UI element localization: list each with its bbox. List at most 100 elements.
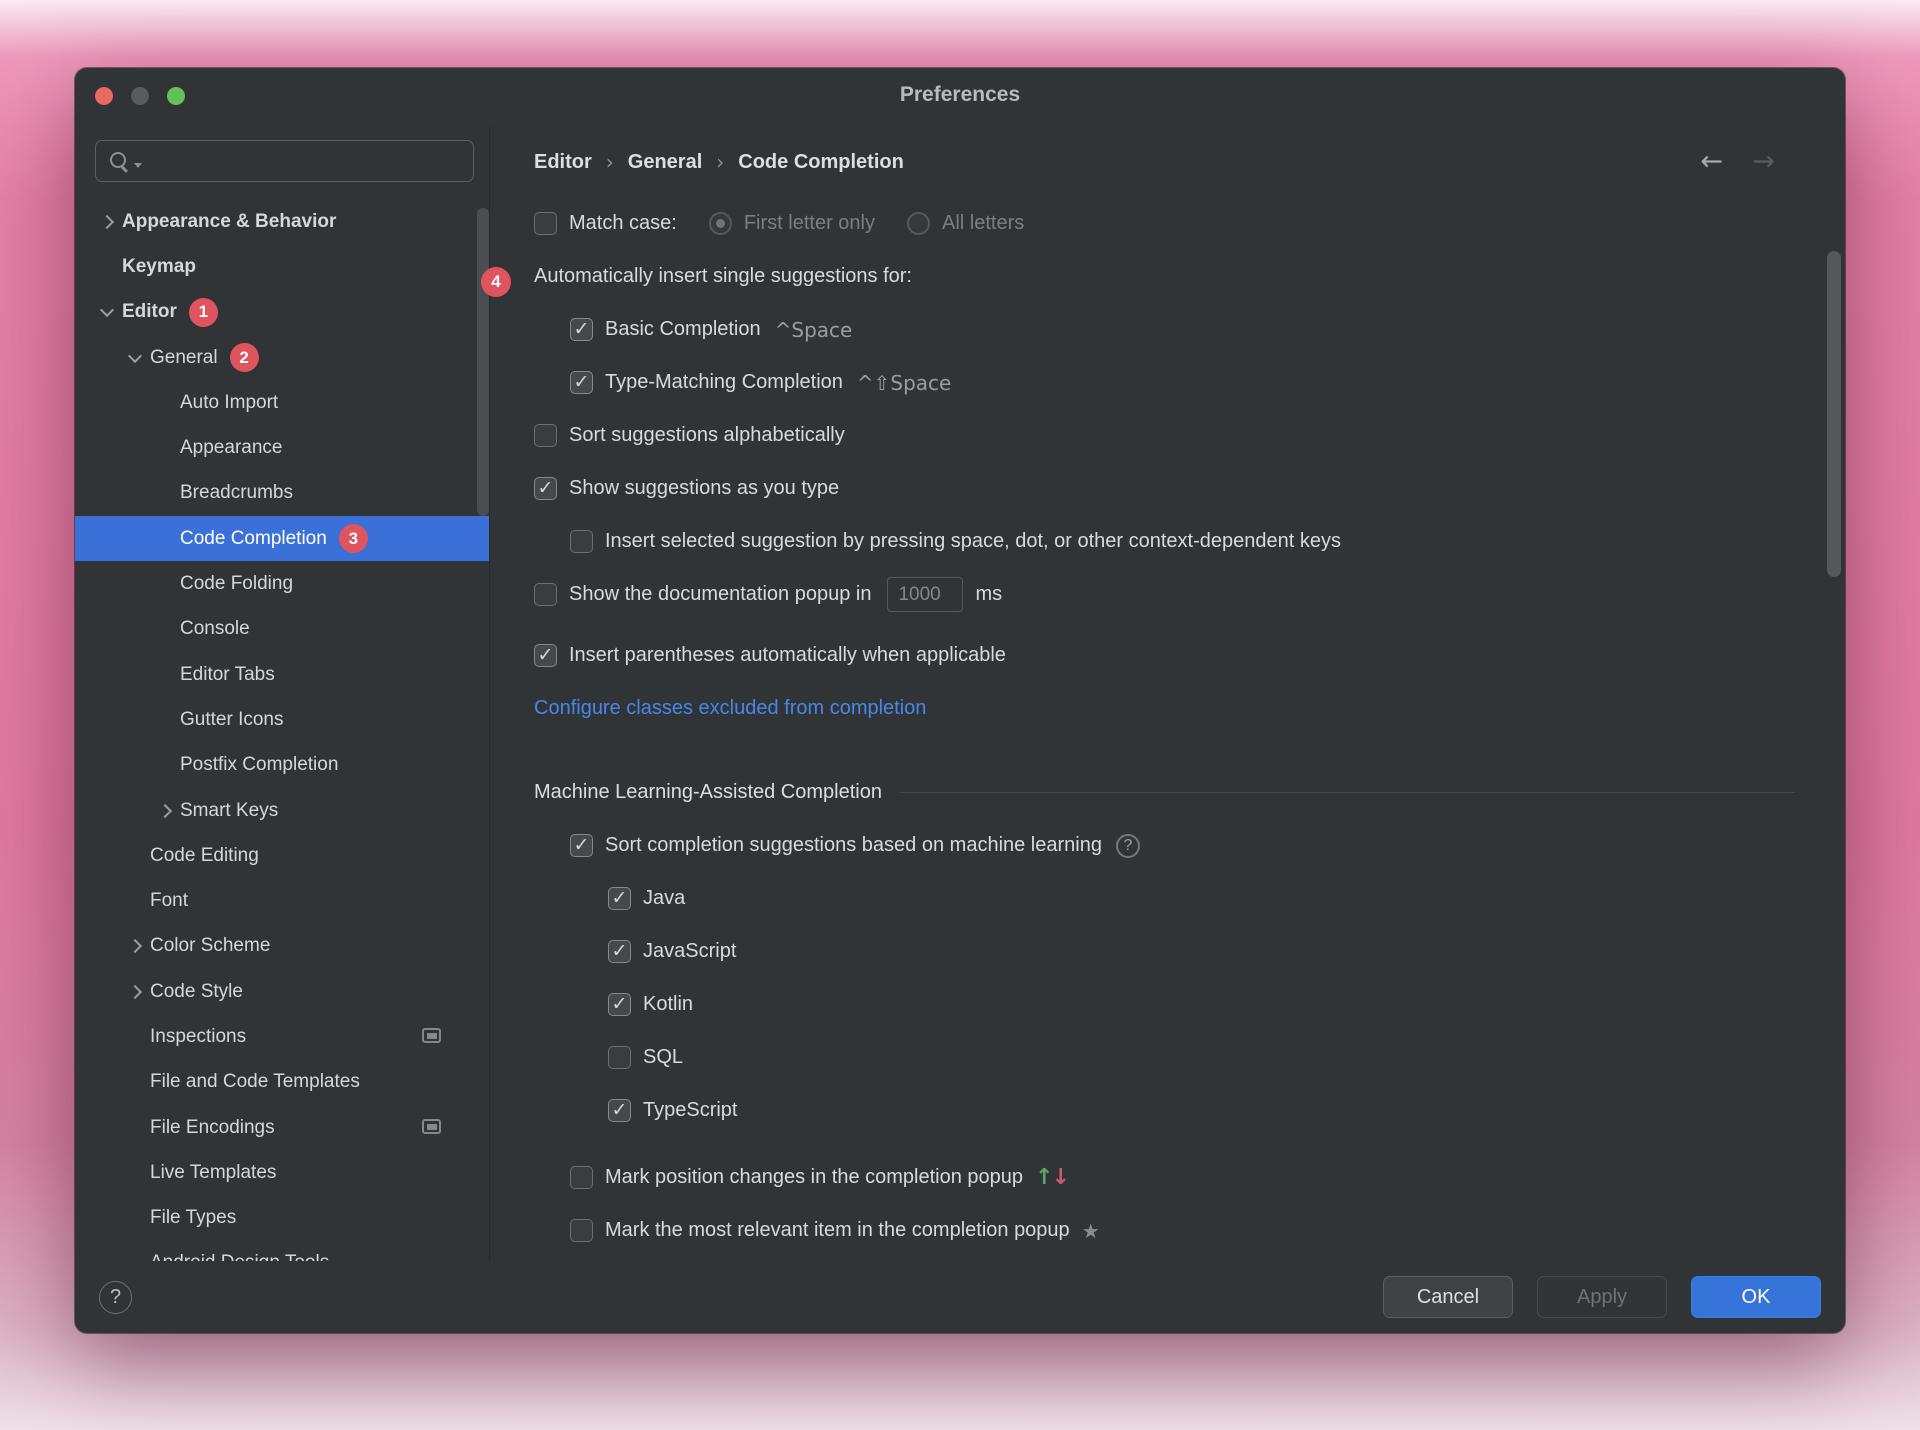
sidebar-scrollbar[interactable] [477, 208, 489, 516]
chevron-icon[interactable] [122, 1072, 150, 1092]
configure-excluded-link[interactable]: Configure classes excluded from completi… [534, 697, 926, 720]
chevron-icon[interactable] [94, 257, 122, 277]
help-button[interactable]: ? [99, 1281, 132, 1314]
sidebar-item[interactable]: Inspections [75, 1014, 489, 1059]
ml-sort-row: Sort completion suggestions based on mac… [534, 819, 1795, 872]
all-letters-radio[interactable] [907, 212, 930, 235]
first-letter-radio[interactable] [709, 212, 732, 235]
chevron-icon[interactable] [152, 438, 180, 458]
chevron-icon[interactable] [122, 891, 150, 911]
sidebar-item-label: File Encodings [150, 1117, 275, 1139]
chevron-icon[interactable] [94, 302, 122, 322]
sidebar-item[interactable]: Code Folding [75, 561, 489, 606]
doc-popup-unit: ms [975, 583, 1002, 606]
sidebar-item[interactable]: Font [75, 878, 489, 923]
star-icon: ★ [1082, 1219, 1100, 1243]
insert-selected-row: Insert selected suggestion by pressing s… [534, 515, 1795, 568]
screen-icon [422, 1119, 441, 1134]
breadcrumb-editor[interactable]: Editor [534, 151, 592, 174]
chevron-icon[interactable] [122, 1118, 150, 1138]
sidebar-item[interactable]: Android Design Tools [75, 1241, 489, 1261]
sidebar-item-label: Editor Tabs [180, 664, 275, 686]
sidebar-item-label: Console [180, 618, 250, 640]
sidebar-item[interactable]: Postfix Completion [75, 743, 489, 788]
sidebar-item[interactable]: Color Scheme [75, 924, 489, 969]
chevron-icon[interactable] [152, 574, 180, 594]
mark-position-label: Mark position changes in the completion … [605, 1166, 1023, 1189]
sidebar-item[interactable]: Code Style [75, 969, 489, 1014]
mark-position-checkbox[interactable] [570, 1166, 593, 1189]
sidebar-item[interactable]: Editor 1 [75, 290, 489, 335]
chevron-icon[interactable] [122, 1208, 150, 1228]
chevron-icon[interactable] [94, 212, 122, 232]
sidebar-item[interactable]: Code Completion 3 [75, 516, 489, 561]
chevron-icon[interactable] [122, 846, 150, 866]
chevron-icon[interactable] [122, 1027, 150, 1047]
chevron-icon[interactable] [152, 529, 180, 549]
chevron-icon[interactable] [122, 1163, 150, 1183]
show-suggestions-checkbox[interactable] [534, 477, 557, 500]
ml-sort-checkbox[interactable] [570, 834, 593, 857]
chevron-icon[interactable] [152, 665, 180, 685]
basic-completion-checkbox[interactable] [570, 318, 593, 341]
ok-button[interactable]: OK [1691, 1276, 1821, 1318]
chevron-icon[interactable] [122, 936, 150, 956]
all-letters-label: All letters [942, 212, 1024, 235]
type-matching-checkbox[interactable] [570, 371, 593, 394]
sidebar-item[interactable]: Console [75, 607, 489, 652]
language-checkbox[interactable] [608, 1046, 631, 1069]
notification-badge: 2 [230, 343, 259, 372]
mark-relevant-label: Mark the most relevant item in the compl… [605, 1219, 1070, 1242]
chevron-icon[interactable] [152, 619, 180, 639]
sort-alphabetically-checkbox[interactable] [534, 424, 557, 447]
language-checkbox[interactable] [608, 940, 631, 963]
chevron-icon[interactable] [122, 1253, 150, 1261]
mark-relevant-checkbox[interactable] [570, 1219, 593, 1242]
sidebar-item[interactable]: Live Templates [75, 1150, 489, 1195]
chevron-icon[interactable] [152, 755, 180, 775]
sidebar-item[interactable]: Appearance & Behavior [75, 199, 489, 244]
chevron-icon[interactable] [152, 483, 180, 503]
language-row: Java [534, 872, 1795, 925]
content-scrollbar[interactable] [1827, 251, 1841, 577]
sidebar-item[interactable]: Auto Import [75, 380, 489, 425]
cancel-button[interactable]: Cancel [1383, 1276, 1513, 1318]
sidebar-item[interactable]: Editor Tabs [75, 652, 489, 697]
sidebar-item[interactable]: Keymap [75, 244, 489, 289]
chevron-icon[interactable] [152, 393, 180, 413]
settings-sidebar: Appearance & Behavior Keymap Editor 1 Ge… [75, 126, 490, 1261]
insert-parentheses-checkbox[interactable] [534, 644, 557, 667]
sidebar-item-label: Appearance & Behavior [122, 211, 336, 233]
ml-sort-label: Sort completion suggestions based on mac… [605, 834, 1102, 857]
language-checkbox[interactable] [608, 887, 631, 910]
doc-popup-delay-field[interactable] [887, 577, 963, 612]
sidebar-item-label: Editor [122, 301, 177, 323]
back-arrow-icon[interactable]: ← [1700, 140, 1723, 184]
search-options-caret-icon[interactable] [134, 163, 142, 168]
chevron-icon[interactable] [152, 710, 180, 730]
sidebar-item[interactable]: File and Code Templates [75, 1060, 489, 1105]
sidebar-item[interactable]: Appearance [75, 425, 489, 470]
breadcrumb-general[interactable]: General [628, 151, 702, 174]
sidebar-item[interactable]: Breadcrumbs [75, 471, 489, 516]
configure-excluded-row: Configure classes excluded from completi… [534, 682, 1795, 735]
chevron-icon[interactable] [152, 801, 180, 821]
sidebar-item[interactable]: General 2 [75, 335, 489, 380]
sidebar-item[interactable]: Gutter Icons [75, 697, 489, 742]
sidebar-item[interactable]: File Encodings [75, 1105, 489, 1150]
sidebar-item[interactable]: Smart Keys [75, 788, 489, 833]
chevron-icon[interactable] [122, 348, 150, 368]
help-icon[interactable]: ? [1116, 834, 1140, 858]
search-input[interactable] [95, 140, 474, 182]
sidebar-item[interactable]: Code Editing [75, 833, 489, 878]
language-checkbox[interactable] [608, 993, 631, 1016]
doc-popup-row: Show the documentation popup in ms [534, 568, 1795, 621]
language-checkbox[interactable] [608, 1099, 631, 1122]
match-case-checkbox[interactable] [534, 212, 557, 235]
sidebar-item[interactable]: File Types [75, 1196, 489, 1241]
chevron-icon[interactable] [122, 982, 150, 1002]
sidebar-item-label: Smart Keys [180, 800, 278, 822]
auto-insert-heading: Automatically insert single suggestions … [534, 265, 912, 288]
insert-selected-checkbox[interactable] [570, 530, 593, 553]
doc-popup-checkbox[interactable] [534, 583, 557, 606]
